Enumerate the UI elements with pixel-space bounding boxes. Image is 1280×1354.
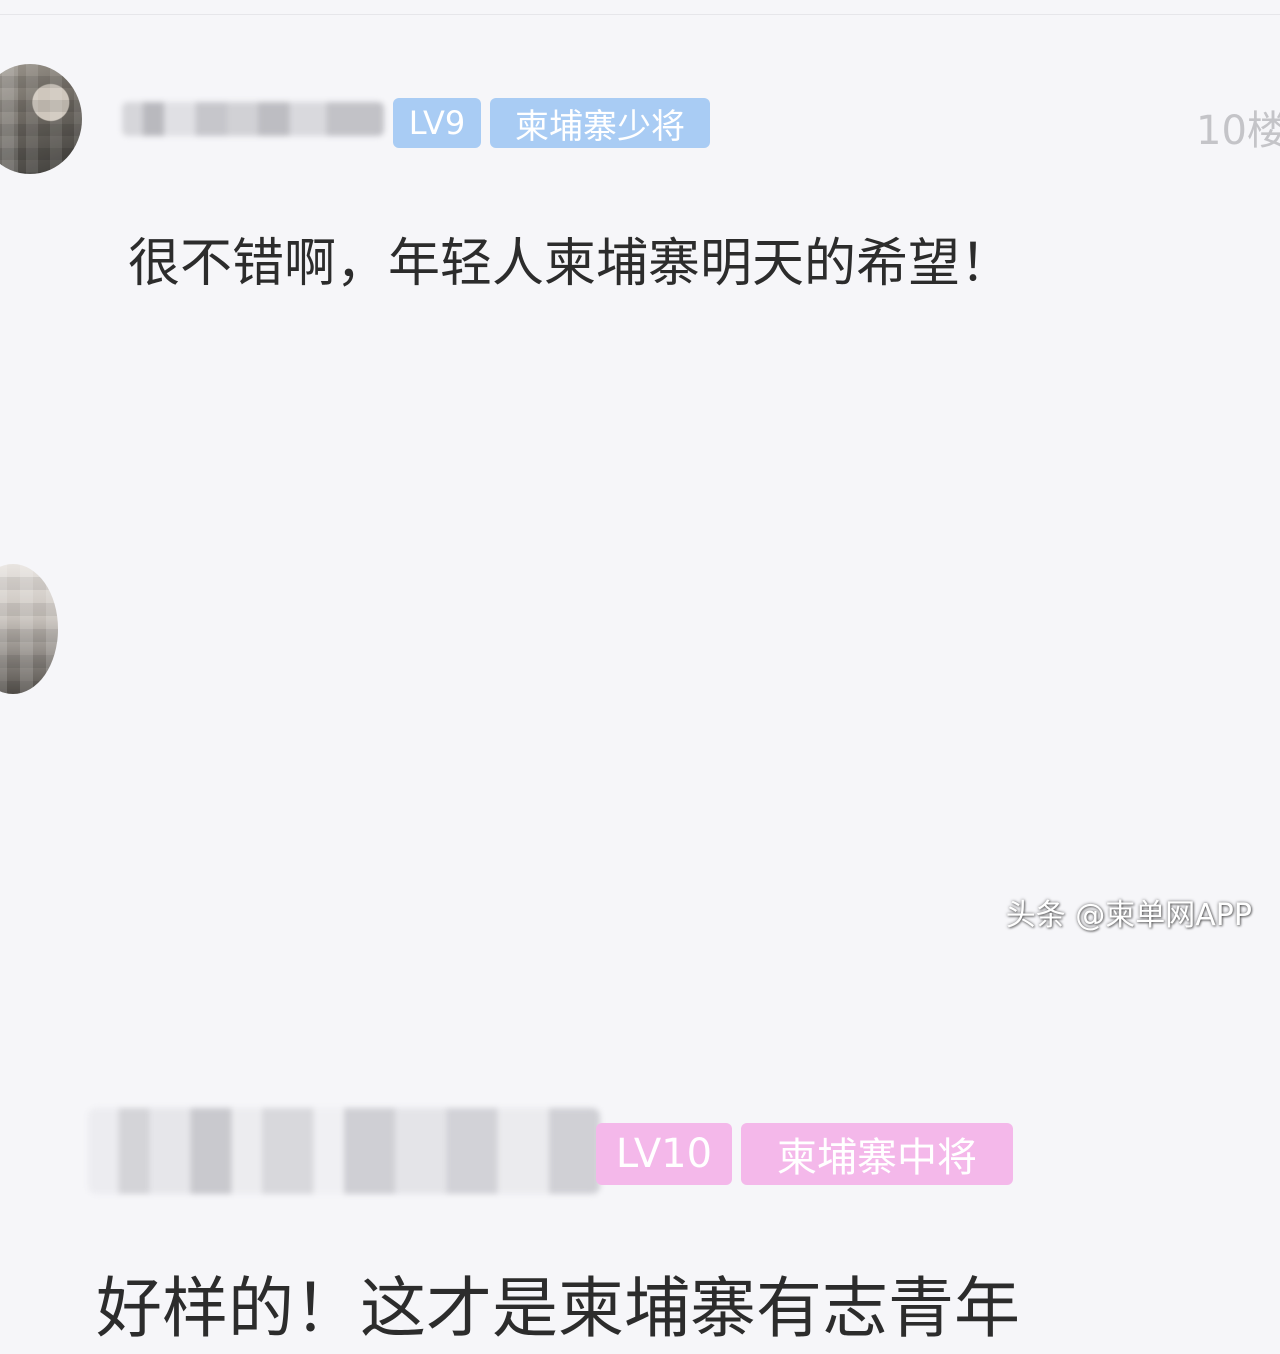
comment-item: LV9 柬埔寨少将 10楼 很不错啊，年轻人柬埔寨明天的希望！ xyxy=(0,0,1280,480)
username-blurred[interactable] xyxy=(122,102,384,136)
title-badge: 柬埔寨少将 xyxy=(490,98,710,148)
watermark: 头条 @柬单网APP xyxy=(1005,898,1252,933)
avatar[interactable] xyxy=(0,564,58,694)
comment-text: 好样的！这才是柬埔寨有志青年 xyxy=(96,1270,1020,1347)
comment-text: 很不错啊，年轻人柬埔寨明天的希望！ xyxy=(128,234,1013,294)
floor-label: 10楼 xyxy=(1196,108,1280,154)
title-badge: 柬埔寨中将 xyxy=(741,1123,1013,1185)
avatar[interactable] xyxy=(0,64,82,174)
comment-item: LV10 柬埔寨中将 好样的！这才是柬埔寨有志青年 xyxy=(0,520,1280,1347)
level-badge: LV9 xyxy=(393,98,481,148)
username-blurred[interactable] xyxy=(88,1108,600,1194)
level-badge: LV10 xyxy=(596,1123,732,1185)
